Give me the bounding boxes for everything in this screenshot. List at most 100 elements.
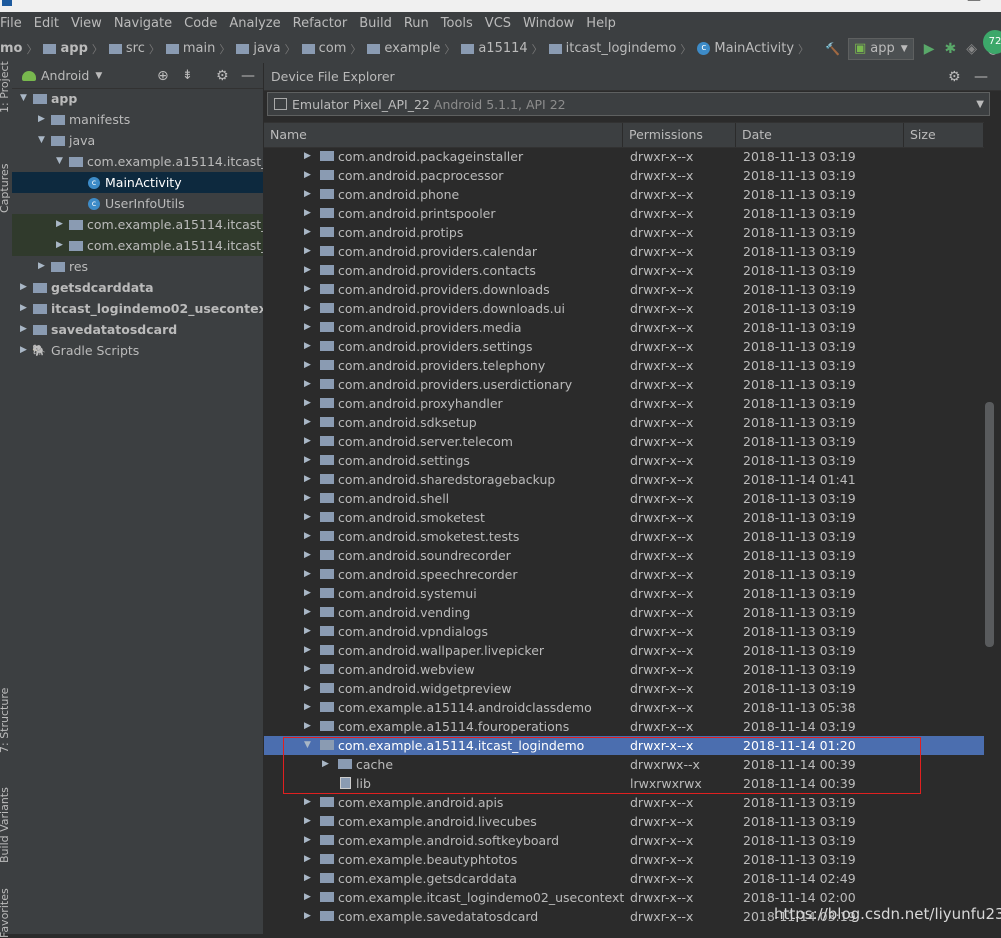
chevron-right-icon[interactable]: ▶ bbox=[304, 166, 311, 185]
file-row[interactable]: ▶ com.android.providers.downloads drwxr-x-… bbox=[264, 280, 984, 299]
file-row[interactable]: ▼ com.example.a15114.itcast_logindemo drwx… bbox=[264, 736, 984, 755]
crosshair-icon[interactable]: ⊕ bbox=[157, 68, 169, 84]
menu-item-build[interactable]: Build bbox=[359, 16, 392, 31]
chevron-right-icon[interactable]: ▶ bbox=[304, 508, 311, 527]
column-name[interactable]: Name bbox=[264, 123, 623, 147]
tree-item[interactable]: ▶ itcast_logindemo02_usecontext bbox=[12, 298, 263, 319]
chevron-right-icon[interactable]: ▶ bbox=[304, 356, 311, 375]
device-selector[interactable]: Emulator Pixel_API_22 Android 5.1.1, API… bbox=[267, 92, 990, 116]
file-row[interactable]: ▶ com.android.vpndialogs drwxr-x--x 2018-11… bbox=[264, 622, 984, 641]
file-row[interactable]: ▶ com.android.sdksetup drwxr-x--x 2018-11-1… bbox=[264, 413, 984, 432]
chevron-right-icon[interactable]: ▶ bbox=[38, 256, 45, 277]
chevron-right-icon[interactable]: ▶ bbox=[304, 185, 311, 204]
tree-item[interactable]: ▶ res bbox=[12, 256, 263, 277]
column-date[interactable]: Date bbox=[736, 123, 904, 147]
file-row[interactable]: ▶ com.android.providers.userdictionary drw… bbox=[264, 375, 984, 394]
chevron-right-icon[interactable]: ▶ bbox=[304, 337, 311, 356]
file-row[interactable]: ▶ cache drwxrwx--x 2018-11-14 00:39 bbox=[264, 755, 984, 774]
chevron-right-icon[interactable]: ▶ bbox=[304, 470, 311, 489]
column-permissions[interactable]: Permissions bbox=[623, 123, 736, 147]
file-row[interactable]: ▶ com.android.shell drwxr-x--x 2018-11-13 0… bbox=[264, 489, 984, 508]
tree-item[interactable]: ▶ com.example.a15114.itcast_logindemo bbox=[12, 235, 263, 256]
chevron-right-icon[interactable]: ▶ bbox=[304, 489, 311, 508]
file-row[interactable]: ▶ com.android.phone drwxr-x--x 2018-11-13 0… bbox=[264, 185, 984, 204]
file-row[interactable]: ▶ com.example.getsdcarddata drwxr-x--x 2018… bbox=[264, 869, 984, 888]
menu-item-refactor[interactable]: Refactor bbox=[293, 16, 348, 31]
file-row[interactable]: ▶ com.example.android.softkeyboard drwxr-x… bbox=[264, 831, 984, 850]
column-size[interactable]: Size bbox=[904, 123, 984, 147]
file-row[interactable]: ▶ com.android.providers.telephony drwxr-x-… bbox=[264, 356, 984, 375]
file-row[interactable]: lib lrwxrwxrwx 2018-11-14 00:39 bbox=[264, 774, 984, 793]
breadcrumb-item[interactable]: app 〉 bbox=[43, 41, 106, 57]
menu-item-view[interactable]: View bbox=[71, 16, 102, 31]
file-row[interactable]: ▶ com.android.proxyhandler drwxr-x--x 2018-… bbox=[264, 394, 984, 413]
file-row[interactable]: ▶ com.android.sharedstoragebackup drwxr-x-… bbox=[264, 470, 984, 489]
chevron-right-icon[interactable]: ▶ bbox=[304, 280, 311, 299]
breadcrumb-item[interactable]: example 〉 bbox=[367, 41, 459, 57]
chevron-right-icon[interactable]: ▶ bbox=[304, 375, 311, 394]
file-row[interactable]: ▶ com.example.beautyphtotos drwxr-x--x 2018… bbox=[264, 850, 984, 869]
tab-captures[interactable]: Captures bbox=[0, 164, 11, 213]
tree-item[interactable]: c MainActivity bbox=[12, 172, 263, 193]
breadcrumb-item[interactable]: a15114 〉 bbox=[461, 41, 546, 57]
chevron-right-icon[interactable]: ▶ bbox=[304, 394, 311, 413]
chevron-right-icon[interactable]: ▶ bbox=[322, 755, 329, 774]
menu-item-file[interactable]: File bbox=[0, 16, 22, 31]
file-row[interactable]: ▶ com.android.vending drwxr-x--x 2018-11-13… bbox=[264, 603, 984, 622]
profile-icon[interactable]: ◈ bbox=[966, 41, 977, 57]
menu-item-analyze[interactable]: Analyze bbox=[229, 16, 280, 31]
file-row[interactable]: ▶ com.android.server.telecom drwxr-x--x 201… bbox=[264, 432, 984, 451]
chevron-right-icon[interactable]: ▶ bbox=[38, 109, 45, 130]
breadcrumb-item[interactable]: itcast_logindemo 〉 bbox=[548, 41, 696, 57]
tree-item[interactable]: ▼ java bbox=[12, 130, 263, 151]
chevron-down-icon[interactable]: ▼ bbox=[20, 88, 27, 109]
run-icon[interactable]: ▶ bbox=[924, 41, 935, 57]
chevron-right-icon[interactable]: ▶ bbox=[56, 214, 63, 235]
tab-favorites[interactable]: Favorites bbox=[0, 888, 11, 938]
tree-item[interactable]: c UserInfoUtils bbox=[12, 193, 263, 214]
collapse-icon[interactable]: ⇟ bbox=[182, 68, 193, 83]
file-row[interactable]: ▶ com.example.a15114.androidclassdemo drwx… bbox=[264, 698, 984, 717]
breadcrumb-item[interactable]: mo 〉 bbox=[0, 41, 41, 57]
chevron-right-icon[interactable]: ▶ bbox=[304, 299, 311, 318]
chevron-right-icon[interactable]: ▶ bbox=[304, 204, 311, 223]
file-row[interactable]: ▶ com.android.providers.downloads.ui drwxr… bbox=[264, 299, 984, 318]
chevron-down-icon[interactable]: ▼ bbox=[38, 130, 45, 151]
breadcrumb-item[interactable]: com 〉 bbox=[301, 41, 366, 57]
tree-item[interactable]: ▼ com.example.a15114.itcast_logindemo bbox=[12, 151, 263, 172]
file-row[interactable]: ▶ com.android.webview drwxr-x--x 2018-11-13… bbox=[264, 660, 984, 679]
chevron-right-icon[interactable]: ▶ bbox=[304, 660, 311, 679]
file-row[interactable]: ▶ com.android.printspooler drwxr-x--x 2018-… bbox=[264, 204, 984, 223]
tree-item[interactable]: ▶ com.example.a15114.itcast_logindemo bbox=[12, 214, 263, 235]
chevron-right-icon[interactable]: ▶ bbox=[304, 850, 311, 869]
tab-project[interactable]: 1: Project bbox=[0, 61, 11, 113]
file-row[interactable]: ▶ com.example.android.apis drwxr-x--x 2018-… bbox=[264, 793, 984, 812]
menu-item-window[interactable]: Window bbox=[523, 16, 574, 31]
chevron-down-icon[interactable]: ▼ bbox=[304, 736, 311, 755]
chevron-right-icon[interactable]: ▶ bbox=[304, 793, 311, 812]
menu-item-navigate[interactable]: Navigate bbox=[114, 16, 172, 31]
minimize-button[interactable]: — bbox=[967, 0, 981, 7]
menu-item-run[interactable]: Run bbox=[404, 16, 429, 31]
project-view-selector[interactable]: Android bbox=[41, 68, 89, 83]
chevron-right-icon[interactable]: ▶ bbox=[304, 318, 311, 337]
hide-panel-icon[interactable]: — bbox=[241, 68, 255, 84]
chevron-right-icon[interactable]: ▶ bbox=[304, 527, 311, 546]
hide-panel-icon[interactable]: — bbox=[974, 69, 988, 85]
file-row[interactable]: ▶ com.android.packageinstaller drwxr-x--x 2… bbox=[264, 147, 984, 166]
chevron-right-icon[interactable]: ▶ bbox=[56, 235, 63, 256]
hammer-icon[interactable]: 🔨 bbox=[825, 42, 840, 56]
menu-item-tools[interactable]: Tools bbox=[441, 16, 473, 31]
chevron-right-icon[interactable]: ▶ bbox=[304, 242, 311, 261]
file-row[interactable]: ▶ com.android.soundrecorder drwxr-x--x 2018… bbox=[264, 546, 984, 565]
chevron-right-icon[interactable]: ▶ bbox=[304, 831, 311, 850]
chevron-right-icon[interactable]: ▶ bbox=[304, 432, 311, 451]
file-row[interactable]: ▶ com.android.smoketest.tests drwxr-x--x 20… bbox=[264, 527, 984, 546]
chevron-right-icon[interactable]: ▶ bbox=[304, 679, 311, 698]
file-row[interactable]: ▶ com.android.smoketest drwxr-x--x 2018-11-… bbox=[264, 508, 984, 527]
chevron-right-icon[interactable]: ▶ bbox=[304, 812, 311, 831]
menu-item-edit[interactable]: Edit bbox=[34, 16, 59, 31]
avatar[interactable]: 72 bbox=[983, 30, 1001, 54]
chevron-right-icon[interactable]: ▶ bbox=[304, 413, 311, 432]
menu-item-help[interactable]: Help bbox=[586, 16, 616, 31]
